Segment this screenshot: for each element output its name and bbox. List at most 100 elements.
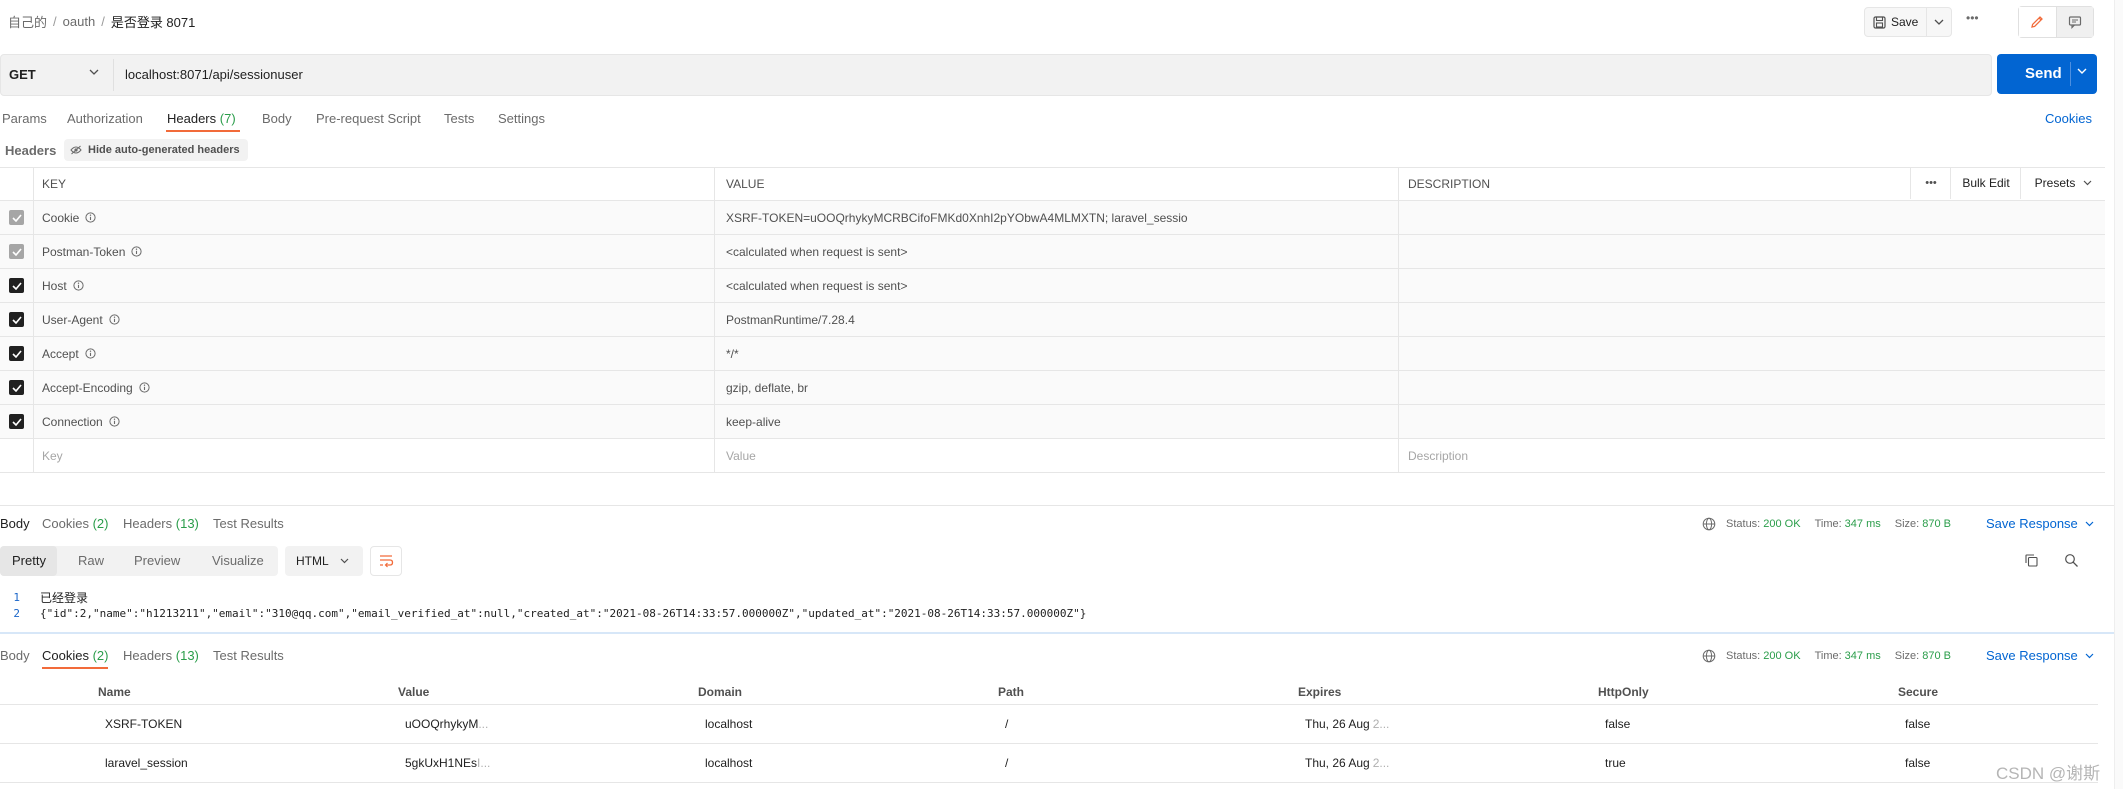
cookies-link[interactable]: Cookies	[2045, 111, 2092, 126]
tab-pre-request-script[interactable]: Pre-request Script	[316, 111, 421, 126]
header-value-cell[interactable]: <calculated when request is sent>	[716, 235, 1399, 268]
table-row: Accept-Encoding gzip, deflate, br	[0, 371, 2105, 405]
info-icon[interactable]	[73, 280, 84, 291]
header-description-cell[interactable]	[1400, 235, 2105, 268]
info-icon[interactable]	[109, 314, 120, 325]
more-actions-button[interactable]: •••	[1966, 11, 1979, 25]
response-tab-test-results[interactable]: Test Results	[213, 516, 284, 531]
presets-dropdown[interactable]: Presets	[2020, 167, 2106, 199]
chevron-down-icon[interactable]	[89, 69, 99, 75]
response-tab-cookies[interactable]: Cookies (2)	[42, 516, 108, 531]
checkbox-checked[interactable]	[9, 312, 24, 327]
checkbox-checked[interactable]	[9, 380, 24, 395]
format-preview-button[interactable]: Preview	[134, 553, 180, 568]
response-tab-headers-count: (13)	[175, 648, 199, 663]
info-icon[interactable]	[85, 348, 96, 359]
url-input[interactable]: localhost:8071/api/sessionuser	[125, 67, 303, 82]
header-value-cell[interactable]: */*	[716, 337, 1399, 370]
cookie-value: 5gkUxH1NEs I...	[405, 744, 490, 782]
edit-mode-button[interactable]	[2019, 7, 2057, 37]
info-icon[interactable]	[109, 416, 120, 427]
header-value-cell[interactable]: <calculated when request is sent>	[716, 269, 1399, 302]
header-value-cell[interactable]: XSRF-TOKEN=uOOQrhykyMCRBCifoFMKd0XnhI2pY…	[716, 201, 1399, 234]
info-icon[interactable]	[131, 246, 142, 257]
status-value[interactable]: 200 OK	[1763, 650, 1800, 662]
info-icon[interactable]	[85, 212, 96, 223]
header-description-cell[interactable]	[1400, 201, 2105, 234]
header-description-cell[interactable]	[1400, 303, 2105, 336]
copy-icon[interactable]	[2024, 553, 2039, 568]
new-key-input[interactable]: Key	[34, 439, 715, 472]
header-description-cell[interactable]	[1400, 269, 2105, 302]
header-value-cell[interactable]: keep-alive	[716, 405, 1399, 438]
documentation-mode-button[interactable]	[2056, 7, 2093, 37]
eye-off-icon	[70, 145, 82, 155]
new-value-input[interactable]: Value	[716, 439, 1399, 472]
send-button[interactable]: Send	[1997, 54, 2097, 94]
save-response-button[interactable]: Save Response	[1986, 648, 2094, 663]
response-body-editor[interactable]: 1 已经登录 2 {"id":2,"name":"h1213211","emai…	[0, 587, 2075, 629]
wrap-lines-button[interactable]	[370, 546, 402, 576]
checkbox-checked-disabled[interactable]	[9, 244, 24, 259]
size-value[interactable]: 870 B	[1922, 650, 1951, 662]
bulk-edit-button[interactable]: Bulk Edit	[1950, 167, 2021, 199]
header-key-cell[interactable]: Connection	[34, 405, 715, 438]
request-title[interactable]: 是否登录 8071	[111, 12, 196, 31]
header-description-cell[interactable]	[1400, 337, 2105, 370]
size-value[interactable]: 870 B	[1922, 518, 1951, 530]
wrap-lines-icon	[378, 554, 394, 568]
header-value-cell[interactable]: gzip, deflate, br	[716, 371, 1399, 404]
checkbox-checked[interactable]	[9, 346, 24, 361]
pane-resize-handle[interactable]	[0, 632, 2123, 634]
response-tab-body[interactable]: Body	[0, 648, 30, 663]
save-options-button[interactable]	[1926, 8, 1951, 36]
format-raw-button[interactable]: Raw	[78, 553, 104, 568]
checkbox-checked-disabled[interactable]	[9, 210, 24, 225]
tab-body[interactable]: Body	[262, 111, 292, 126]
header-key-cell[interactable]: Accept-Encoding	[34, 371, 715, 404]
globe-icon[interactable]	[1702, 649, 1716, 663]
breadcrumb-item-collection[interactable]: oauth	[63, 14, 96, 29]
tab-headers[interactable]: Headers (7)	[167, 111, 236, 126]
header-value-cell[interactable]: PostmanRuntime/7.28.4	[716, 303, 1399, 336]
response-tab-body[interactable]: Body	[0, 516, 30, 531]
checkbox-checked[interactable]	[9, 278, 24, 293]
tab-authorization[interactable]: Authorization	[67, 111, 143, 126]
save-button-group: Save	[1864, 7, 1953, 37]
format-visualize-button[interactable]: Visualize	[212, 553, 264, 568]
header-description-cell[interactable]	[1400, 405, 2105, 438]
header-key-cell[interactable]: Host	[34, 269, 715, 302]
header-key-cell[interactable]: Accept	[34, 337, 715, 370]
status-value[interactable]: 200 OK	[1763, 518, 1800, 530]
tab-tests[interactable]: Tests	[444, 111, 474, 126]
globe-icon[interactable]	[1702, 517, 1716, 531]
info-icon[interactable]	[139, 382, 150, 393]
response-tab-headers[interactable]: Headers (13)	[123, 516, 199, 531]
header-key-cell[interactable]: Cookie	[34, 201, 715, 234]
table-options-button[interactable]: •••	[1910, 167, 1951, 199]
tab-params[interactable]: Params	[2, 111, 47, 126]
header-key-cell[interactable]: Postman-Token	[34, 235, 715, 268]
search-icon[interactable]	[2064, 553, 2079, 568]
save-response-button[interactable]: Save Response	[1986, 516, 2094, 531]
response-tab-cookies[interactable]: Cookies (2)	[42, 648, 108, 663]
breadcrumb-item-workspace[interactable]: 自己的	[8, 12, 47, 31]
response-tab-headers[interactable]: Headers (13)	[123, 648, 199, 663]
time-value[interactable]: 347 ms	[1845, 650, 1881, 662]
new-description-input[interactable]: Description	[1400, 439, 2105, 472]
time-value[interactable]: 347 ms	[1845, 518, 1881, 530]
cookie-expires: Thu, 26 Aug 2...	[1305, 744, 1389, 782]
header-key-cell[interactable]: User-Agent	[34, 303, 715, 336]
response-tab-test-results[interactable]: Test Results	[213, 648, 284, 663]
chevron-down-icon[interactable]	[2077, 68, 2087, 74]
header-description-cell[interactable]	[1400, 371, 2105, 404]
method-select[interactable]: GET	[9, 67, 36, 82]
language-select[interactable]: HTML	[285, 546, 363, 576]
checkbox-checked[interactable]	[9, 414, 24, 429]
save-button[interactable]: Save	[1865, 8, 1926, 36]
tab-settings[interactable]: Settings	[498, 111, 545, 126]
header-key: Postman-Token	[42, 244, 126, 259]
method-divider	[113, 59, 114, 91]
cookie-value-text: 5gkUxH1NEs	[405, 756, 478, 770]
hide-auto-headers-button[interactable]: Hide auto-generated headers	[64, 139, 248, 161]
